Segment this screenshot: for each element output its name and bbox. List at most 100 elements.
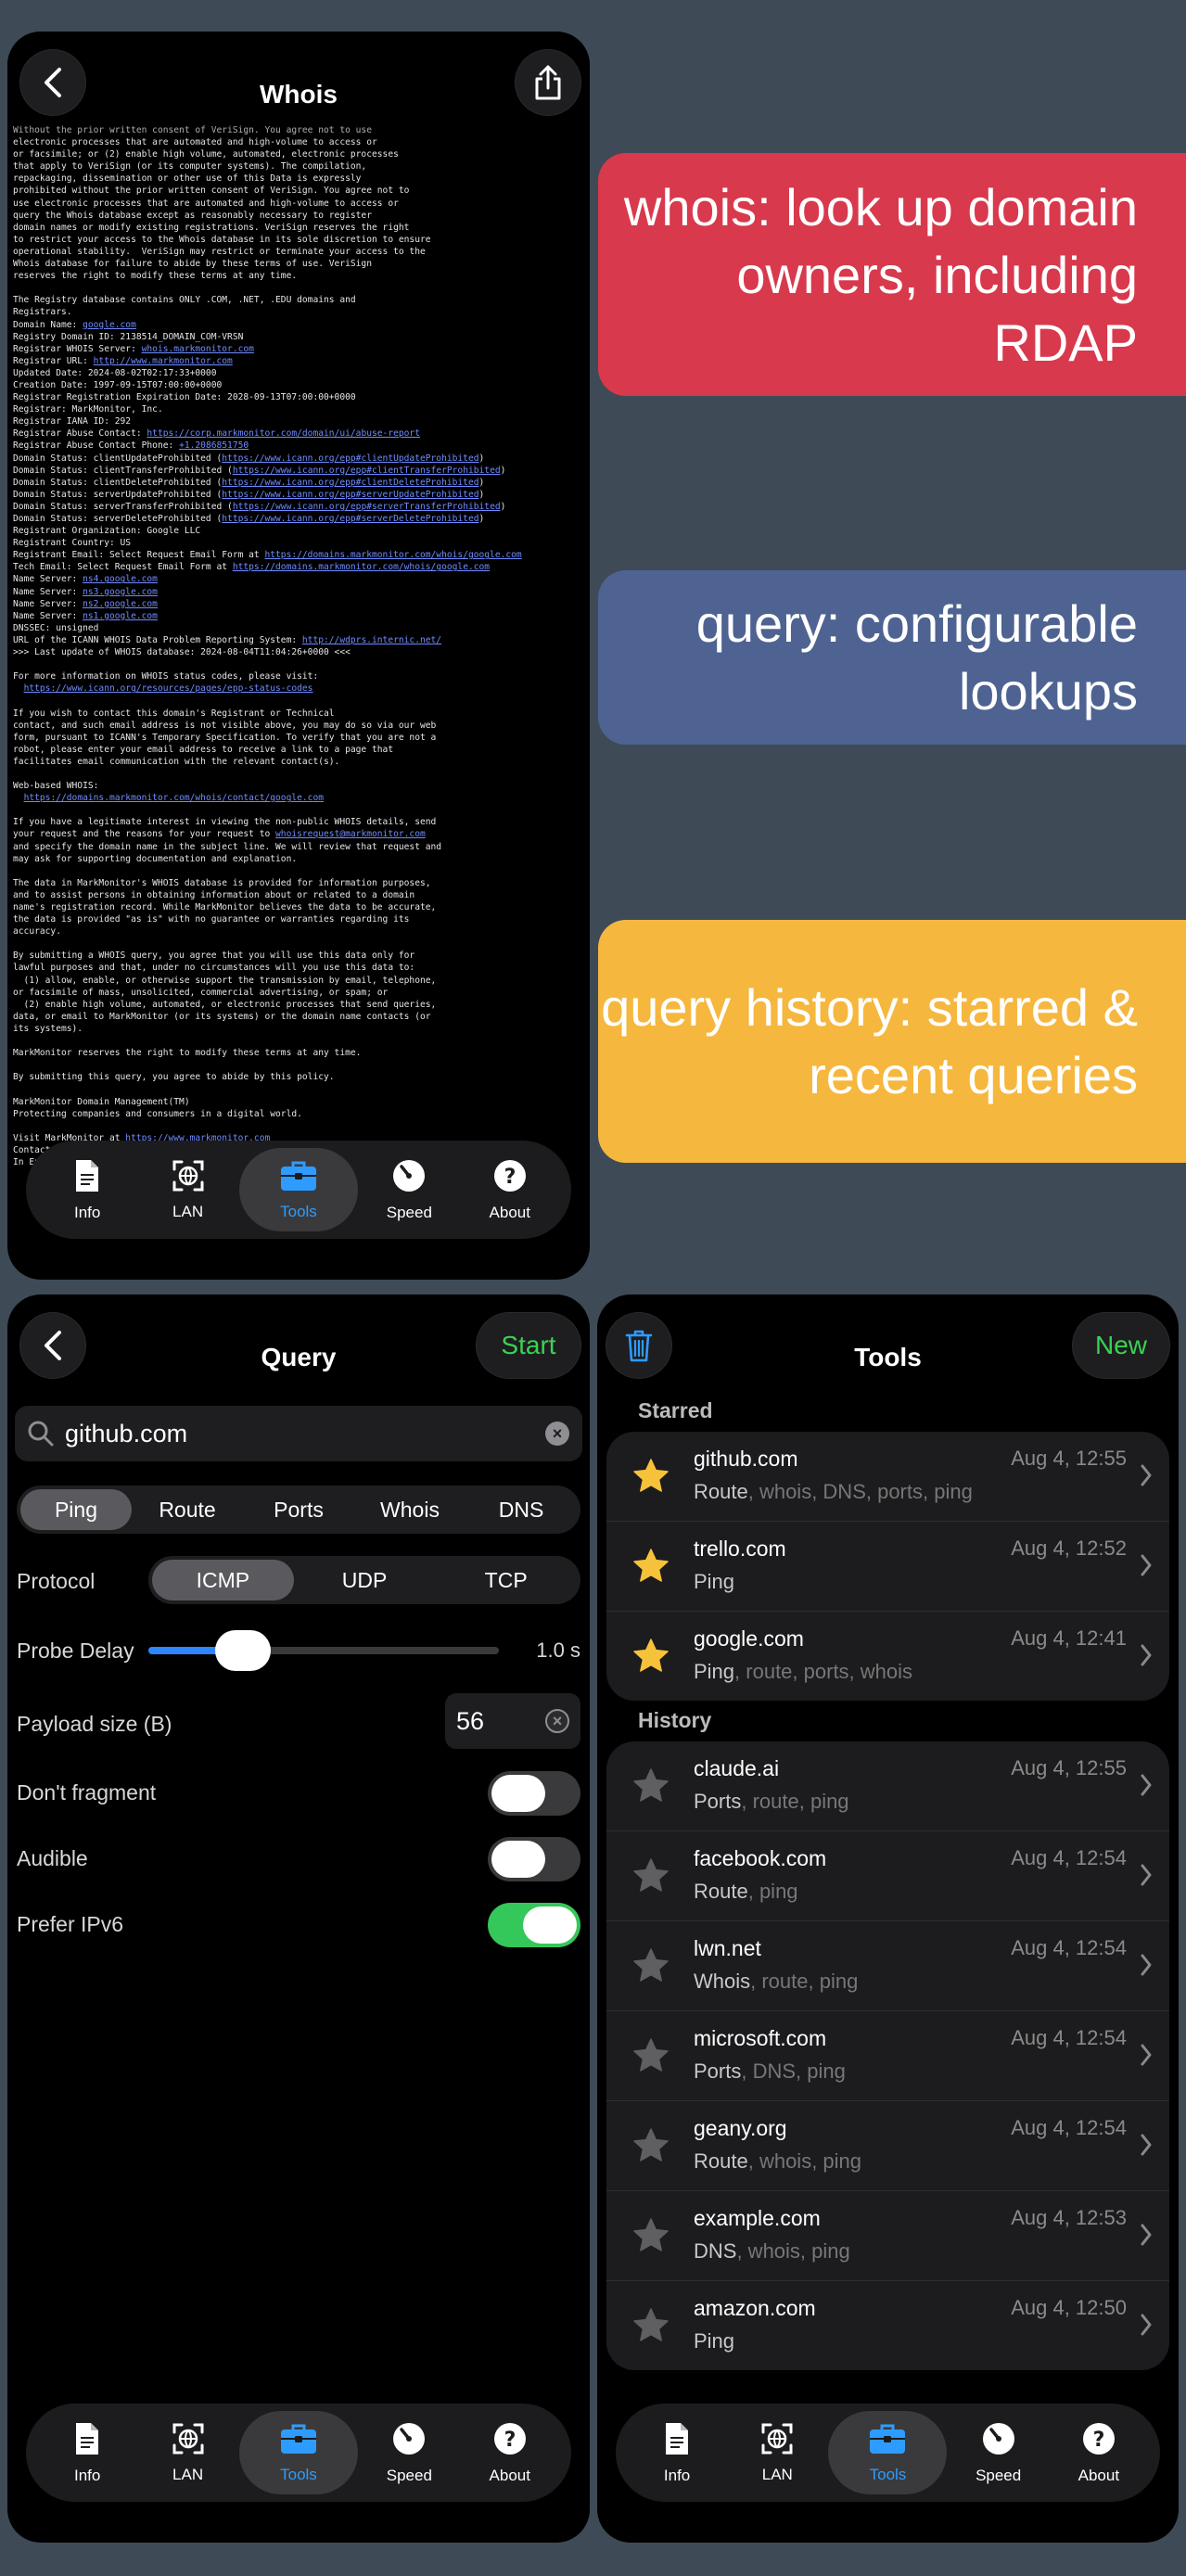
- tab-label: LAN: [172, 1202, 204, 1220]
- whois-link[interactable]: whoisrequest@markmonitor.com: [275, 829, 426, 839]
- whois-line-text: and to assist persons in obtaining infor…: [13, 889, 415, 900]
- whois-line-text: Registrant Organization: Google LLC: [13, 526, 201, 537]
- tab-info[interactable]: Info: [38, 1148, 136, 1231]
- speedometer-icon: [981, 2421, 1016, 2461]
- start-button[interactable]: Start: [477, 1313, 580, 1378]
- list-item[interactable]: lwn.net Whois, route, ping Aug 4, 12:54: [606, 1921, 1169, 2011]
- clear-icon[interactable]: ×: [545, 1709, 569, 1733]
- whois-link[interactable]: http://www.markmonitor.com: [94, 356, 233, 366]
- list-item[interactable]: github.com Route, whois, DNS, ports, ping…: [606, 1432, 1169, 1522]
- list-item[interactable]: google.com Ping, route, ports, whois Aug 4…: [606, 1612, 1169, 1701]
- protocol-option-udp[interactable]: UDP: [294, 1560, 436, 1600]
- star-icon[interactable]: [632, 2127, 670, 2169]
- tab-tools[interactable]: Tools: [238, 2411, 358, 2494]
- list-item[interactable]: facebook.com Route, ping Aug 4, 12:54: [606, 1831, 1169, 1921]
- whois-line: robot, please enter your email address t…: [13, 744, 586, 756]
- protocol-option-icmp[interactable]: ICMP: [152, 1560, 294, 1600]
- list-item[interactable]: geany.org Route, whois, ping Aug 4, 12:54: [606, 2101, 1169, 2191]
- whois-link[interactable]: https://www.icann.org/resources/pages/ep…: [24, 683, 313, 694]
- whois-link[interactable]: whois.markmonitor.com: [142, 344, 254, 354]
- toolbox-icon: [279, 1159, 318, 1197]
- whois-link[interactable]: https://corp.markmonitor.com/domain/ui/a…: [147, 428, 420, 439]
- tab-about[interactable]: ? About: [1050, 2411, 1148, 2494]
- mode-option-dns[interactable]: DNS: [465, 1489, 577, 1530]
- star-icon[interactable]: [632, 1638, 670, 1679]
- whois-line: Registrant Country: US: [13, 537, 586, 549]
- whois-line-text: prohibited without the prior written con…: [13, 185, 410, 197]
- tab-tools[interactable]: Tools: [238, 1148, 358, 1231]
- star-icon[interactable]: [632, 1947, 670, 1989]
- primary-mode: DNS: [694, 2239, 737, 2263]
- star-icon[interactable]: [632, 2307, 670, 2349]
- whois-line-text: Tech Email: Select Request Email Form at: [13, 562, 233, 573]
- whois-link[interactable]: https://domains.markmonitor.com/whois/co…: [24, 793, 324, 803]
- whois-link[interactable]: https://www.icann.org/epp#serverTransfer…: [233, 502, 501, 512]
- list-item[interactable]: claude.ai Ports, route, ping Aug 4, 12:55: [606, 1741, 1169, 1831]
- payload-field[interactable]: 56 ×: [445, 1693, 580, 1749]
- prefer-ipv6-toggle[interactable]: [488, 1903, 580, 1947]
- mode-option-ping[interactable]: Ping: [20, 1489, 132, 1530]
- share-button[interactable]: [516, 50, 580, 115]
- search-input[interactable]: github.com: [65, 1420, 545, 1448]
- list-item[interactable]: microsoft.com Ports, DNS, ping Aug 4, 12:5…: [606, 2011, 1169, 2101]
- list-item[interactable]: example.com DNS, whois, ping Aug 4, 12:53: [606, 2191, 1169, 2281]
- tab-info[interactable]: Info: [628, 2411, 726, 2494]
- whois-line-text: name's registration record. While MarkMo…: [13, 902, 437, 912]
- audible-toggle[interactable]: [488, 1837, 580, 1881]
- whois-line: may ask for supporting documentation and…: [13, 853, 586, 865]
- star-icon[interactable]: [632, 1767, 670, 1809]
- dont-fragment-toggle[interactable]: [488, 1771, 580, 1816]
- star-icon[interactable]: [632, 1458, 670, 1499]
- tab-tools[interactable]: Tools: [828, 2411, 948, 2494]
- whois-link[interactable]: http://wdprs.internic.net/: [302, 635, 441, 645]
- whois-link[interactable]: https://domains.markmonitor.com/whois/go…: [233, 562, 490, 572]
- tab-speed[interactable]: Speed: [950, 2411, 1048, 2494]
- other-modes: , whois, ping: [747, 2149, 862, 2173]
- whois-link[interactable]: ns1.google.com: [83, 611, 158, 621]
- protocol-option-tcp[interactable]: TCP: [435, 1560, 577, 1600]
- whois-link[interactable]: https://www.icann.org/epp#serverUpdatePr…: [222, 490, 478, 500]
- tab-about[interactable]: ? About: [461, 1148, 559, 1231]
- tab-speed[interactable]: Speed: [360, 1148, 458, 1231]
- tab-lan[interactable]: LAN: [139, 2411, 237, 2494]
- tab-speed[interactable]: Speed: [360, 2411, 458, 2494]
- mode-option-ports[interactable]: Ports: [243, 1489, 354, 1530]
- whois-line: its systems).: [13, 1023, 586, 1035]
- tab-about[interactable]: ? About: [461, 2411, 559, 2494]
- probe-delay-slider[interactable]: [148, 1630, 499, 1671]
- clear-icon[interactable]: ×: [545, 1422, 569, 1446]
- mode-option-route[interactable]: Route: [132, 1489, 243, 1530]
- tab-info[interactable]: Info: [38, 2411, 136, 2494]
- list-item[interactable]: trello.com Ping Aug 4, 12:52: [606, 1522, 1169, 1612]
- new-button[interactable]: New: [1073, 1313, 1169, 1378]
- whois-link[interactable]: ns3.google.com: [83, 587, 158, 597]
- whois-link[interactable]: https://www.icann.org/epp#clientDeletePr…: [222, 478, 478, 488]
- whois-line-text: or facsimile; or (2) enable high volume,…: [13, 149, 399, 160]
- query-screen: Query Start github.com × Ping Route Ports W…: [7, 1294, 590, 2543]
- tab-lan[interactable]: LAN: [728, 2411, 826, 2494]
- list-item[interactable]: amazon.com Ping Aug 4, 12:50: [606, 2281, 1169, 2370]
- tab-lan[interactable]: LAN: [139, 1148, 237, 1231]
- whois-link[interactable]: https://www.icann.org/epp#clientTransfer…: [233, 465, 501, 476]
- whois-line: or facsimile; or (2) enable high volume,…: [13, 148, 586, 160]
- whois-output[interactable]: Without the prior written consent of Ver…: [13, 124, 586, 1172]
- payload-input[interactable]: 56: [456, 1707, 545, 1736]
- mode-option-whois[interactable]: Whois: [354, 1489, 465, 1530]
- whois-link[interactable]: +1.2086851750: [179, 440, 249, 451]
- whois-link[interactable]: https://www.icann.org/epp#clientUpdatePr…: [222, 453, 478, 464]
- star-icon[interactable]: [632, 2217, 670, 2259]
- whois-line-text: data, or email to MarkMonitor (or its sy…: [13, 1011, 431, 1022]
- whois-link[interactable]: https://www.icann.org/epp#serverDeletePr…: [222, 514, 478, 524]
- whois-line-text: Domain Status: clientTransferProhibited …: [13, 465, 233, 476]
- star-icon[interactable]: [632, 2037, 670, 2079]
- whois-link[interactable]: google.com: [83, 320, 136, 330]
- star-icon[interactable]: [632, 1548, 670, 1589]
- whois-link[interactable]: ns4.google.com: [83, 574, 158, 584]
- star-icon[interactable]: [632, 1857, 670, 1899]
- whois-link[interactable]: ns2.google.com: [83, 599, 158, 609]
- whois-link[interactable]: https://domains.markmonitor.com/whois/go…: [264, 550, 521, 560]
- whois-line: Creation Date: 1997-09-15T07:00:00+0000: [13, 379, 586, 391]
- query-host: github.com: [694, 1447, 798, 1471]
- slider-knob[interactable]: [215, 1630, 272, 1671]
- search-field[interactable]: github.com ×: [15, 1406, 582, 1461]
